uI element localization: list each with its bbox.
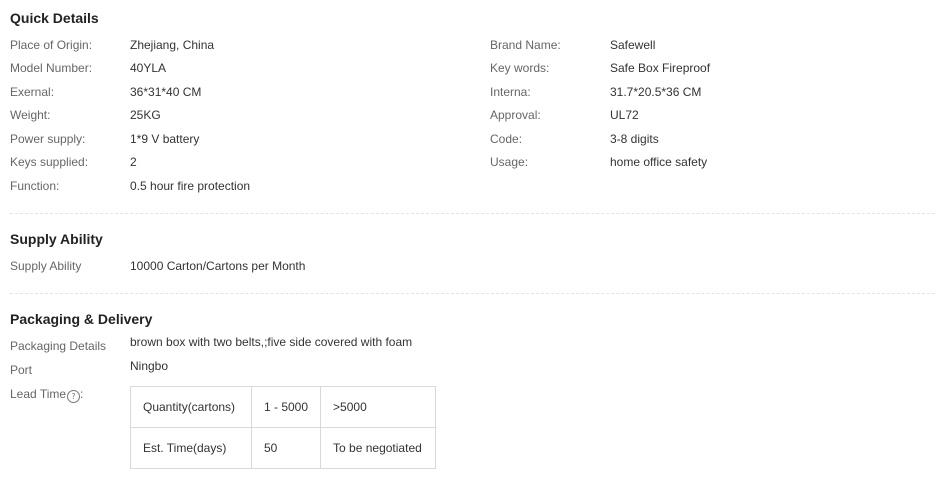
internal-size-label: Interna:: [490, 85, 531, 99]
packaging-delivery-title: Packaging & Delivery: [10, 311, 153, 327]
supply-ability-label: Supply Ability: [10, 259, 82, 273]
model-number-label: Model Number:: [10, 61, 93, 75]
table-cell-quantity-header: Quantity(cartons): [130, 386, 252, 428]
keys-supplied-value: 2: [130, 155, 137, 169]
key-words-label: Key words:: [490, 61, 550, 75]
port-value: Ningbo: [130, 359, 169, 373]
lead-time-table: Quantity(cartons) 1 - 5000 >5000 Est. Ti…: [130, 386, 437, 469]
function-label: Function:: [10, 179, 60, 193]
lead-time-colon: :: [80, 387, 84, 401]
weight-label: Weight:: [10, 108, 51, 122]
external-size-value: 36*31*40 CM: [130, 85, 202, 99]
power-supply-label: Power supply:: [10, 132, 86, 146]
model-number-value: 40YLA: [130, 61, 167, 75]
internal-size-value: 31.7*20.5*36 CM: [610, 85, 702, 99]
help-icon[interactable]: ?: [67, 390, 81, 403]
key-words-value: Safe Box Fireproof: [610, 61, 711, 75]
usage-value: home office safety: [610, 155, 708, 169]
approval-value: UL72: [610, 108, 639, 122]
table-cell-quantity-range-1: 1 - 5000: [250, 386, 322, 428]
table-cell-est-time-1: 50: [250, 427, 322, 469]
lead-time-label: Lead Time: [10, 387, 67, 401]
table-cell-est-time-2: To be negotiated: [320, 427, 437, 469]
function-value: 0.5 hour fire protection: [130, 179, 251, 193]
brand-name-value: Safewell: [610, 38, 656, 52]
packaging-details-label: Packaging Details: [10, 339, 107, 353]
supply-ability-value: 10000 Carton/Cartons per Month: [130, 259, 306, 273]
table-cell-quantity-range-2: >5000: [320, 386, 437, 428]
brand-name-label: Brand Name:: [490, 38, 561, 52]
section-divider: [10, 213, 935, 214]
usage-label: Usage:: [490, 155, 529, 169]
table-row: Quantity(cartons) 1 - 5000 >5000: [130, 386, 437, 428]
table-cell-est-time-header: Est. Time(days): [130, 427, 252, 469]
external-size-label: Exernal:: [10, 85, 55, 99]
code-value: 3-8 digits: [610, 132, 659, 146]
keys-supplied-label: Keys supplied:: [10, 155, 89, 169]
section-divider: [10, 293, 935, 294]
weight-value: 25KG: [130, 108, 161, 122]
code-label: Code:: [490, 132, 523, 146]
power-supply-value: 1*9 V battery: [130, 132, 200, 146]
packaging-details-value: brown box with two belts,;five side cove…: [130, 335, 413, 349]
lead-time-label-group: Lead Time?:: [10, 387, 83, 403]
approval-label: Approval:: [490, 108, 541, 122]
port-label: Port: [10, 363, 33, 377]
table-row: Est. Time(days) 50 To be negotiated: [130, 427, 437, 469]
quick-details-title: Quick Details: [10, 10, 99, 26]
place-of-origin-value: Zhejiang, China: [130, 38, 215, 52]
supply-ability-title: Supply Ability: [10, 231, 103, 247]
place-of-origin-label: Place of Origin:: [10, 38, 93, 52]
